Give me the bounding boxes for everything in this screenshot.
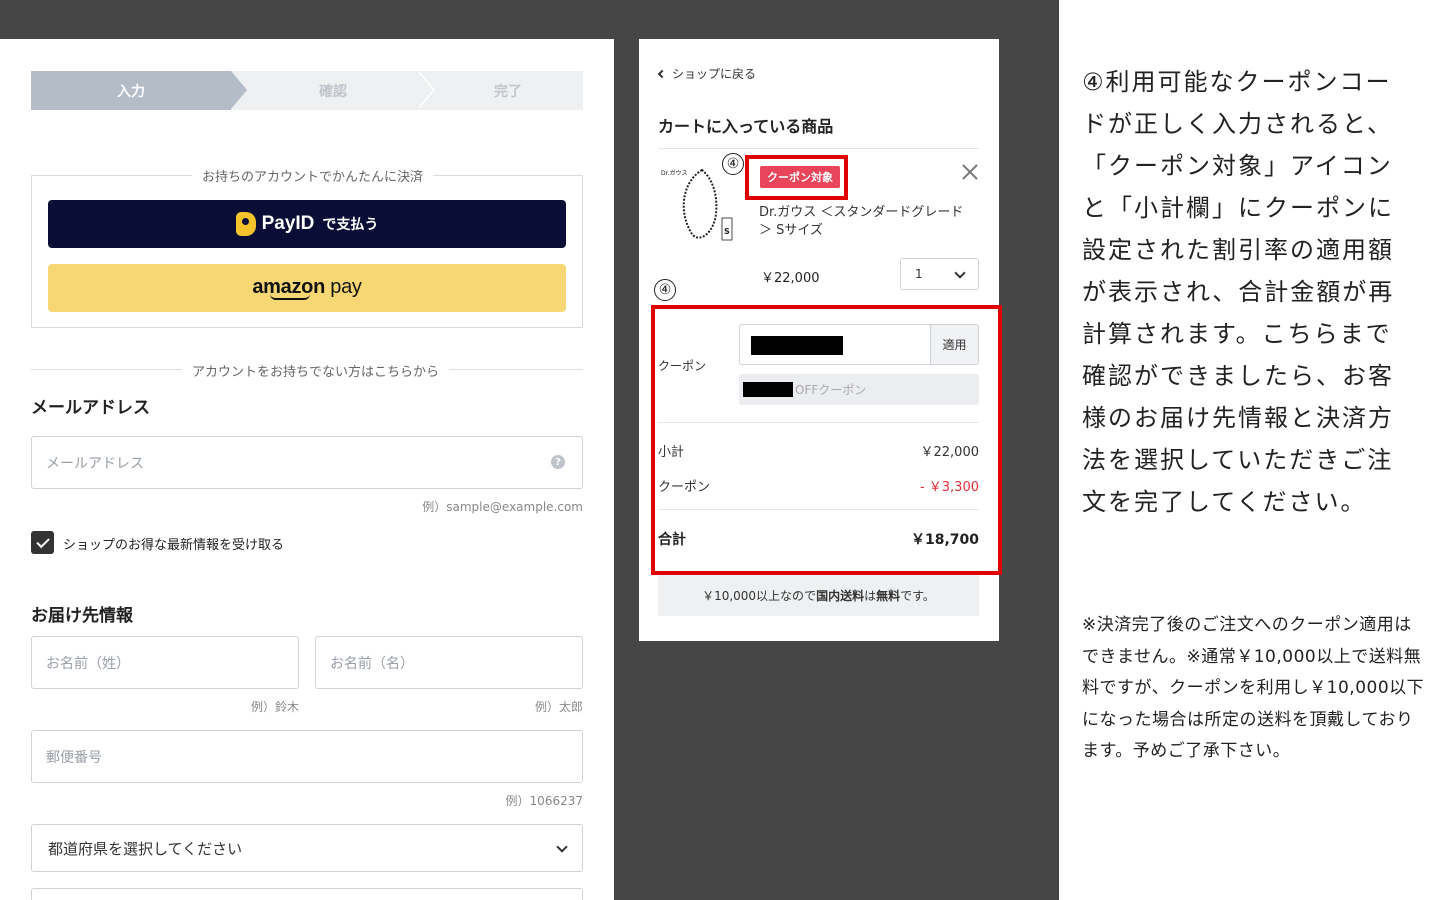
last-name-hint: 例）鈴木 [250,700,299,714]
newsletter-label: ショップのお得な最新情報を受け取る [63,538,285,553]
payid-name: PayID [261,213,315,234]
checkout-stepper: 入力 確認 完了 [31,71,583,110]
first-name-placeholder: お名前（名） [330,655,414,672]
payid-logo-icon [235,212,256,236]
no-account-label: アカウントをお持ちでない方はこちらから [182,361,450,380]
prefecture-select[interactable]: 都道府県を選択してください [31,824,583,872]
amazon-pay-button[interactable]: amazon pay [48,264,566,312]
badge-step-marker: ④ [722,153,744,175]
summary-step-marker: ④ [654,279,676,301]
chevron-down-icon [954,267,966,279]
product-image-label: Dr.ガウス [661,169,687,177]
email-hint: 例）sample@example.com [422,500,583,514]
account-legend: お持ちのアカウントでかんたんに決済 [192,166,434,185]
payid-suffix: で支払う [322,217,379,233]
step-input: 入力 [31,71,247,110]
summary-highlight-box [651,305,1002,575]
postal-placeholder: 郵便番号 [46,749,102,766]
cart-title: カートに入っている商品 [658,117,834,136]
checkout-form-panel: 入力 確認 完了 お持ちのアカウントでかんたんに決済 PayID で支払う am… [0,39,614,900]
quantity-select[interactable]: 1 [900,258,979,290]
delivery-title: お届け先情報 [31,606,133,626]
product-name: Dr.ガウス ＜スタンダードグレード＞ Sサイズ [759,205,964,238]
email-field[interactable]: メールアドレス ? [31,436,583,489]
shipping-note-suffix: です。 [900,588,935,603]
email-title: メールアドレス [31,398,150,418]
step-confirm: 確認 [231,71,435,110]
first-name-hint: 例）太郎 [534,700,583,714]
account-payment-box: お持ちのアカウントでかんたんに決済 PayID で支払う amazon pay [31,166,583,328]
amazon-pay-word: pay [330,276,362,298]
shipping-note-mid: は [864,588,877,603]
email-placeholder: メールアドレス [46,455,144,472]
shipping-note: ￥10,000以上なので 国内送料は無料 です。 [658,574,979,616]
postal-code-field[interactable]: 郵便番号 [31,730,583,783]
product-price: ￥22,000 [761,271,820,286]
back-label: ショップに戻る [672,67,757,81]
next-field[interactable] [31,888,583,900]
chevron-left-icon [657,69,667,78]
shipping-note-bold1: 国内送料 [816,588,865,603]
shipping-note-bold2: 無料 [876,588,901,603]
shipping-note-prefix: ￥10,000以上なので [702,588,817,603]
step-complete: 完了 [417,71,583,110]
postal-hint: 例）1066237 [505,794,583,808]
last-name-placeholder: お名前（姓） [46,655,130,672]
product-size-tag: S [724,227,730,236]
chevron-down-icon [556,841,568,853]
last-name-field[interactable]: お名前（姓） [31,636,299,689]
help-icon[interactable]: ? [551,455,565,469]
payid-button[interactable]: PayID で支払う [48,200,566,248]
product-image: Dr.ガウス S [661,168,733,241]
explanation-text: ④利用可能なクーポンコードが正しく入力されると、「クーポン対象」アイコンと「小計… [1082,68,1395,516]
explanation-note: ※決済完了後のご注文へのクーポン適用はできません。※通常￥10,000以上で送料… [1082,615,1425,761]
remove-item-close-icon[interactable] [961,163,979,181]
first-name-field[interactable]: お名前（名） [315,636,583,689]
cart-divider [658,148,979,149]
amazon-smile-icon [270,294,310,300]
back-to-shop-link[interactable]: ショップに戻る [657,65,757,82]
badge-highlight-box [745,155,848,200]
prefecture-placeholder: 都道府県を選択してください [48,839,243,858]
no-account-divider: アカウントをお持ちでない方はこちらから [31,361,583,380]
quantity-value: 1 [915,267,923,281]
newsletter-checkbox[interactable] [31,531,54,554]
